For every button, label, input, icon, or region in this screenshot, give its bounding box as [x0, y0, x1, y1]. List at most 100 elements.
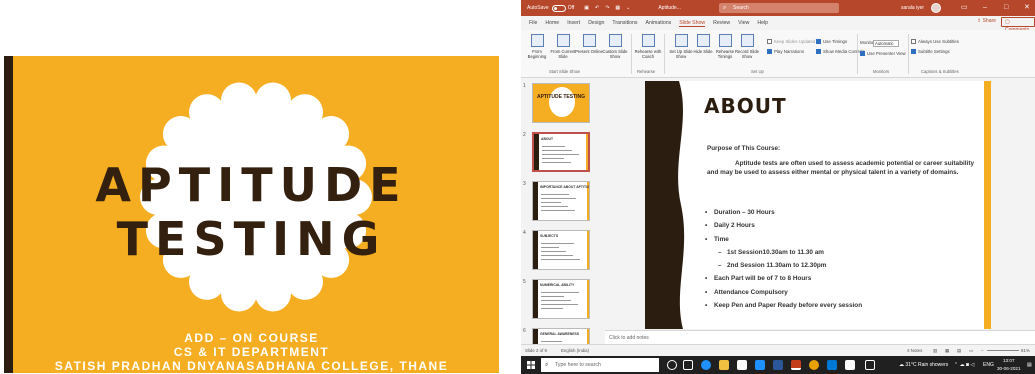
title-line-2: TESTING: [116, 212, 387, 266]
from-current-button[interactable]: From Current Slide: [549, 34, 577, 59]
file-explorer-icon[interactable]: [719, 360, 729, 370]
ribbon-separator: [908, 34, 909, 74]
weather-widget[interactable]: ☁ 31°C Rain showers: [899, 356, 948, 374]
store-icon[interactable]: [737, 360, 747, 370]
tab-view[interactable]: View: [738, 20, 749, 26]
slide-thumbnail[interactable]: 5 NUMERICAL ABILITY: [523, 279, 603, 323]
present-icon[interactable]: ▦: [615, 5, 620, 11]
thumbnail-number: 2: [523, 132, 526, 138]
slide-thumbnail[interactable]: 1 APTITUDE TESTING: [523, 83, 603, 127]
present-online-button[interactable]: Present Online: [575, 34, 603, 54]
taskbar-search[interactable]: ⌕ Type here to search: [541, 358, 659, 372]
tab-insert[interactable]: Insert: [567, 20, 580, 26]
slideshow-view-icon[interactable]: ▭: [969, 345, 973, 356]
screen: APTITUDE TESTING ADD – ON COURSE CS & IT…: [0, 0, 1035, 374]
main-slide-canvas[interactable]: ABOUT Purpose of This Course: Aptitude t…: [645, 81, 991, 329]
notification-icon[interactable]: ▤: [1027, 356, 1032, 374]
rehearse-coach-button[interactable]: Rehearse with Coach: [634, 34, 662, 59]
ribbon-display-icon[interactable]: ▭: [961, 0, 968, 16]
powerpoint-window: AutoSave Off ▣ ↶ ↷ ▦ ⌄ Aptitude... ⌕ Sea…: [521, 0, 1035, 374]
thumbnail-badge: [549, 87, 575, 117]
share-button[interactable]: ⇪ Share: [977, 18, 996, 24]
thumbnail-text-line: [542, 146, 565, 147]
bullet-item: Time: [705, 233, 980, 247]
word-icon[interactable]: [773, 360, 783, 370]
notes-button[interactable]: ≡ Notes: [907, 345, 922, 356]
use-timings-checkbox[interactable]: Use Timings: [816, 39, 847, 45]
autosave-toggle[interactable]: [551, 4, 566, 12]
tab-help[interactable]: Help: [757, 20, 768, 26]
tab-review[interactable]: Review: [713, 20, 730, 26]
keep-updated-checkbox[interactable]: Keep Slides Updated: [767, 39, 816, 45]
thumbnail-yellow-strip: [586, 134, 588, 170]
thumbnail-text-line: [541, 206, 568, 207]
thumbnail-text-line: [541, 255, 573, 256]
windows-start-icon[interactable]: [527, 361, 535, 369]
thumbnail-image: SUBJECTS: [532, 230, 590, 270]
thumbnail-text-line: [541, 341, 562, 342]
taskbar-search-placeholder: Type here to search: [555, 362, 601, 368]
save-icon[interactable]: ▣: [584, 5, 589, 11]
thumbnail-dark-bar: [534, 134, 539, 170]
slide-thumbnail[interactable]: 2 ABOUT: [523, 132, 603, 176]
thumbnail-dark-bar: [533, 182, 538, 220]
ribbon-separator: [857, 34, 858, 74]
tab-animations[interactable]: Animations: [646, 20, 672, 26]
qat-more-icon[interactable]: ⌄: [626, 5, 630, 11]
comments-button[interactable]: ▢ Comments: [1001, 17, 1035, 33]
zoom-level[interactable]: 81%: [1021, 345, 1030, 356]
monitor-select[interactable]: Automatic: [873, 40, 899, 47]
user-name[interactable]: sarala iyer: [901, 0, 924, 16]
maximize-button[interactable]: □: [1004, 0, 1008, 16]
thumbnail-title: IMPORTANCE ABOUT APTITUDE: [540, 185, 590, 189]
normal-view-icon[interactable]: ▥: [933, 345, 937, 356]
keep-updated-label: Keep Slides Updated: [774, 39, 816, 44]
notes-pane[interactable]: Click to add notes: [605, 330, 1035, 344]
show-media-controls-label: Show Media Controls: [823, 49, 865, 54]
wavy-dark-bar: [645, 81, 685, 329]
tab-slide-show[interactable]: Slide Show: [679, 20, 706, 27]
slide-thumbnail[interactable]: 4 SUBJECTS: [523, 230, 603, 274]
edge-icon[interactable]: [701, 360, 711, 370]
play-narrations-checkbox[interactable]: Play Narrations: [767, 49, 804, 55]
thumbnail-title: SUBJECTS: [540, 234, 559, 238]
mail-icon[interactable]: [755, 360, 765, 370]
search-box[interactable]: ⌕ Search: [719, 3, 839, 13]
thumbnail-text-line: [541, 243, 574, 244]
cortana-icon[interactable]: [667, 360, 677, 370]
clock[interactable]: 13:07 30-06-2021: [997, 357, 1021, 373]
always-subtitles-checkbox[interactable]: Always Use Subtitles: [911, 39, 959, 45]
tab-file[interactable]: File: [529, 20, 537, 26]
chrome-icon[interactable]: [809, 360, 819, 370]
reading-view-icon[interactable]: ▤: [957, 345, 961, 356]
zoom-slider[interactable]: [987, 350, 1019, 351]
app-icon[interactable]: [845, 360, 855, 370]
tray-icons[interactable]: ⌃ ☁ ◙ ◁: [954, 356, 974, 374]
zoom-out-icon[interactable]: –: [981, 345, 983, 356]
avatar[interactable]: [931, 3, 941, 13]
presenter-view-checkbox[interactable]: Use Presenter View: [860, 51, 906, 57]
tab-design[interactable]: Design: [588, 20, 604, 26]
from-beginning-button[interactable]: From Beginning: [523, 34, 551, 59]
slide-thumbnail[interactable]: 3 IMPORTANCE ABOUT APTITUDE: [523, 181, 603, 225]
powerpoint-taskbar-icon[interactable]: [791, 360, 801, 370]
record-show-button[interactable]: Record Slide Show: [733, 34, 761, 59]
custom-show-button[interactable]: Custom Slide Show: [601, 34, 629, 59]
redo-icon[interactable]: ↷: [605, 5, 609, 11]
thumbnail-text-line: [541, 210, 575, 211]
close-button[interactable]: ✕: [1024, 0, 1030, 16]
subtitle-settings-button[interactable]: Subtitle Settings: [911, 49, 950, 55]
coach-icon: [641, 34, 655, 47]
minimize-button[interactable]: –: [983, 0, 987, 16]
language-indicator[interactable]: ENG: [983, 356, 994, 374]
undo-icon[interactable]: ↶: [595, 5, 599, 11]
language-status[interactable]: English (India): [561, 345, 589, 356]
title-slide-heading: APTITUDE TESTING: [4, 158, 499, 266]
tab-transitions[interactable]: Transitions: [612, 20, 637, 26]
slide-sorter-icon[interactable]: ▦: [945, 345, 949, 356]
checkbox-box: [816, 39, 821, 45]
pen-icon[interactable]: [865, 360, 875, 370]
tab-home[interactable]: Home: [545, 20, 559, 26]
task-view-icon[interactable]: [683, 360, 693, 370]
app-icon[interactable]: [827, 360, 837, 370]
